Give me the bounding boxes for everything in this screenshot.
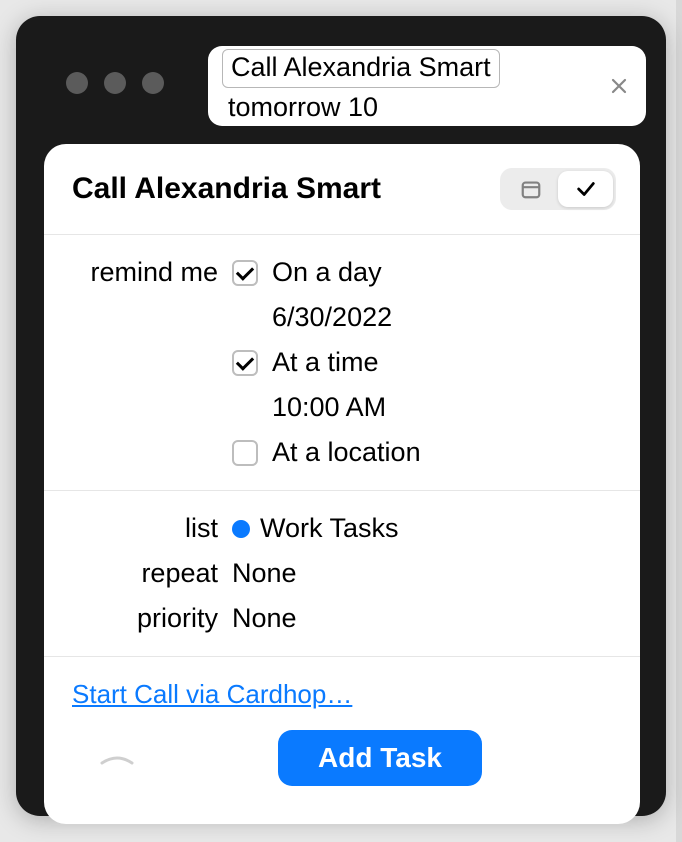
title-row: Call Alexandria Smart <box>44 144 640 235</box>
at-a-time-checkbox[interactable] <box>232 350 258 376</box>
add-task-button[interactable]: Add Task <box>278 730 482 786</box>
chevron-up-icon[interactable] <box>100 743 134 774</box>
at-a-time-value[interactable]: 10:00 AM <box>232 392 616 423</box>
remind-section: remind me On a day 6/30/2022 At a time 1… <box>44 235 640 491</box>
action-section: Start Call via Cardhop… Add Task <box>44 657 640 824</box>
entry-rest[interactable]: tomorrow 10 <box>222 92 606 123</box>
entry-token[interactable]: Call Alexandria Smart <box>222 49 500 88</box>
on-a-day-label: On a day <box>272 257 382 288</box>
list-value: Work Tasks <box>260 513 399 544</box>
traffic-minimize[interactable] <box>104 72 126 94</box>
traffic-close[interactable] <box>66 72 88 94</box>
start-call-link[interactable]: Start Call via Cardhop… <box>72 679 352 709</box>
type-toggle[interactable] <box>500 168 616 210</box>
priority-row[interactable]: priority None <box>72 603 616 634</box>
close-icon[interactable] <box>606 73 632 99</box>
app-window: Call Alexandria Smart tomorrow 10 Call A… <box>16 16 666 816</box>
task-card: Call Alexandria Smart remind me On a day <box>44 144 640 824</box>
at-a-location-option[interactable]: At a location <box>232 437 616 468</box>
task-title: Call Alexandria Smart <box>72 172 381 206</box>
task-mode[interactable] <box>558 171 613 207</box>
repeat-value: None <box>232 558 297 589</box>
checkmark-icon <box>575 178 597 200</box>
on-a-day-value[interactable]: 6/30/2022 <box>232 302 616 333</box>
calendar-icon <box>520 178 542 200</box>
priority-value: None <box>232 603 297 634</box>
at-a-location-label: At a location <box>272 437 421 468</box>
on-a-day-checkbox[interactable] <box>232 260 258 286</box>
remind-label: remind me <box>72 257 232 468</box>
repeat-label: repeat <box>72 558 232 589</box>
list-label: list <box>72 513 232 544</box>
at-a-location-checkbox[interactable] <box>232 440 258 466</box>
details-section: list Work Tasks repeat None priority Non… <box>44 491 640 657</box>
on-a-day-option[interactable]: On a day <box>232 257 616 288</box>
at-a-time-label: At a time <box>272 347 379 378</box>
window-edge <box>676 0 682 842</box>
list-color-dot <box>232 520 250 538</box>
quick-entry-content: Call Alexandria Smart tomorrow 10 <box>222 49 606 123</box>
traffic-zoom[interactable] <box>142 72 164 94</box>
quick-entry-field[interactable]: Call Alexandria Smart tomorrow 10 <box>208 46 646 126</box>
repeat-row[interactable]: repeat None <box>72 558 616 589</box>
traffic-lights[interactable] <box>66 72 164 94</box>
calendar-mode[interactable] <box>503 171 558 207</box>
priority-label: priority <box>72 603 232 634</box>
at-a-time-option[interactable]: At a time <box>232 347 616 378</box>
list-row[interactable]: list Work Tasks <box>72 513 616 544</box>
